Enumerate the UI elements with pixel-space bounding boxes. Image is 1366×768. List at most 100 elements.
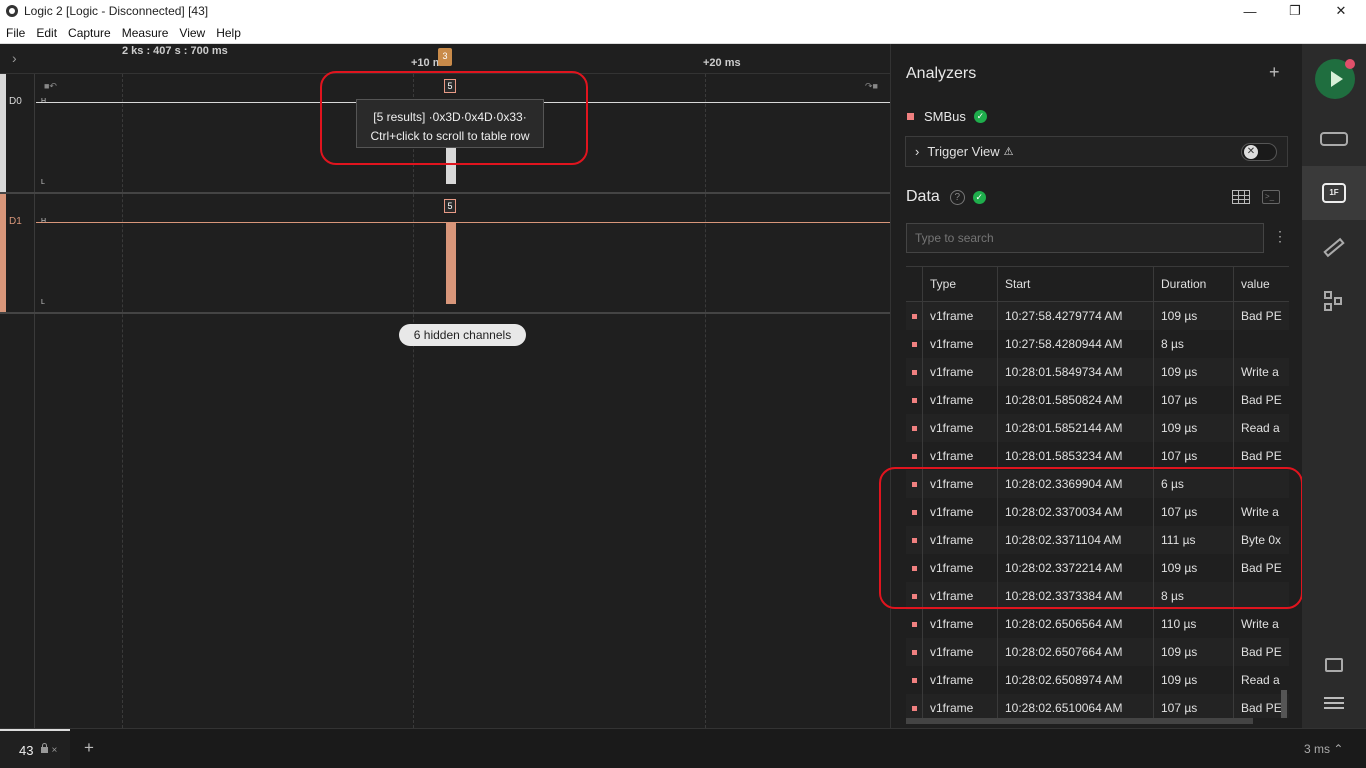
channel-d1[interactable]: D1 H L 5 [0,194,890,314]
row-marker-cell [906,386,923,414]
row-color-marker [911,621,917,627]
hamburger-icon [1324,697,1344,709]
menu-measure[interactable]: Measure [116,26,174,40]
close-tab-icon[interactable]: × [51,745,57,756]
chevron-right-icon[interactable]: › [12,50,17,66]
cell-type: v1frame [923,358,998,386]
channel-d1-result-badge[interactable]: 5 [444,199,456,213]
column-duration[interactable]: Duration [1154,267,1234,301]
table-row[interactable]: v1frame 10:28:01.5852144 AM 109 µs Read a [906,414,1289,442]
close-window-button[interactable]: ✕ [1318,0,1364,22]
channel-d1-signal [36,222,890,223]
trigger-view-label: Trigger View [927,144,1000,159]
cell-start: 10:28:02.6506564 AM [998,610,1154,638]
cell-start: 10:28:01.5852144 AM [998,414,1154,442]
data-title: Data [906,188,940,205]
table-view-icon[interactable] [1232,190,1250,204]
menu-view[interactable]: View [173,26,210,40]
measurements-button[interactable] [1302,220,1366,274]
row-marker-cell [906,638,923,666]
window-titlebar: Logic 2 [Logic - Disconnected] [43] — ❐ … [0,0,1366,22]
cell-value: Bad PE [1241,309,1282,323]
row-marker-cell [906,302,923,330]
analyzer-smbus[interactable]: SMBus ✓ [907,109,987,124]
menu-capture[interactable]: Capture [62,26,116,40]
cell-duration: 109 µs [1154,358,1234,386]
data-header: Data ? ✓ [906,188,986,206]
table-row[interactable]: v1frame 10:28:02.6506564 AM 110 µs Write a [906,610,1289,638]
timing-marker-3[interactable]: 3 [438,48,452,66]
minimize-button[interactable]: — [1227,0,1273,22]
channel-d0-low: L [41,179,45,186]
table-row[interactable]: v1frame 10:27:58.4279774 AM 109 µs Bad PE [906,302,1289,330]
table-row[interactable]: v1frame 10:28:01.5850824 AM 107 µs Bad PE [906,386,1289,414]
cell-value: Write a [1241,365,1279,379]
chevron-right-icon[interactable]: › [915,144,919,159]
main-menu-button[interactable] [1302,676,1366,730]
cell-type: v1frame [923,666,998,694]
trigger-view-toggle[interactable]: ✕ [1241,143,1277,161]
help-icon[interactable]: ? [949,189,965,205]
vertical-scrollbar[interactable] [1281,690,1287,718]
cell-type: v1frame [923,302,998,330]
cell-start: 10:27:58.4280944 AM [998,330,1154,358]
cell-start: 10:28:02.6510064 AM [998,694,1154,718]
analyzers-button[interactable]: 1F [1302,166,1366,220]
bottom-tab-bar: 43 × + 3 ms ⌃ [0,728,1366,768]
nav-back-icon[interactable]: ■↶ [44,81,57,92]
row-marker-cell [906,414,923,442]
cell-value: Bad PE [1241,645,1282,659]
right-sidebar: 1F [1302,44,1366,728]
column-value[interactable]: value [1234,267,1289,301]
more-options-icon[interactable]: ⋮ [1273,228,1287,245]
cell-duration: 107 µs [1154,386,1234,414]
menu-edit[interactable]: Edit [30,26,62,40]
start-capture-button[interactable] [1315,59,1355,99]
row-color-marker [911,705,917,711]
tooltip-highlight-box [320,71,588,165]
nav-forward-icon[interactable]: ↷■ [865,81,878,92]
channel-d1-low: L [41,299,45,306]
zoom-level[interactable]: 3 ms ⌃ [1304,742,1343,756]
cell-type: v1frame [923,694,998,718]
analyzers-panel: Analyzers + SMBus ✓ › Trigger View ⚠ ✕ D… [890,44,1302,728]
menu-help[interactable]: Help [210,26,246,40]
cell-type: v1frame [923,414,998,442]
channel-d0-label: D0 [9,96,22,107]
row-color-marker [911,453,917,459]
hidden-channels-button[interactable]: 6 hidden channels [399,324,526,346]
device-settings-button[interactable] [1302,112,1366,166]
cell-start: 10:28:02.6508974 AM [998,666,1154,694]
menu-file[interactable]: File [0,26,30,40]
row-color-marker [911,341,917,347]
table-row[interactable]: v1frame 10:28:02.6508974 AM 109 µs Read a [906,666,1289,694]
data-search-input[interactable] [906,223,1264,253]
tab-capture-43[interactable]: 43 × [0,729,70,768]
extensions-button[interactable] [1302,274,1366,328]
table-row[interactable]: v1frame 10:28:01.5853234 AM 107 µs Bad PE [906,442,1289,470]
terminal-view-icon[interactable]: >_ [1262,190,1280,204]
warning-icon: ⚠ [1003,146,1014,158]
table-row[interactable]: v1frame 10:28:01.5849734 AM 109 µs Write a [906,358,1289,386]
table-row[interactable]: v1frame 10:27:58.4280944 AM 8 µs [906,330,1289,358]
cell-start: 10:28:01.5849734 AM [998,358,1154,386]
add-tab-button[interactable]: + [84,738,94,758]
channel-d0-color [0,74,6,192]
row-color-marker [911,649,917,655]
table-row[interactable]: v1frame 10:28:02.6510064 AM 107 µs Bad PE [906,694,1289,718]
tab-label: 43 [19,742,34,758]
ruler-icon [1323,237,1345,257]
maximize-button[interactable]: ❐ [1272,0,1318,22]
cell-start: 10:27:58.4279774 AM [998,302,1154,330]
channel-d1-label: D1 [9,216,22,227]
smbus-color-square [907,113,914,120]
add-analyzer-button[interactable]: + [1269,62,1280,83]
trigger-view-row[interactable]: › Trigger View ⚠ ✕ [905,136,1288,167]
row-color-marker [911,369,917,375]
cell-type: v1frame [923,386,998,414]
column-type[interactable]: Type [923,267,998,301]
horizontal-scrollbar[interactable] [906,718,1253,724]
column-start[interactable]: Start [998,267,1154,301]
rows-highlight-box [879,467,1303,609]
table-row[interactable]: v1frame 10:28:02.6507664 AM 109 µs Bad PE [906,638,1289,666]
